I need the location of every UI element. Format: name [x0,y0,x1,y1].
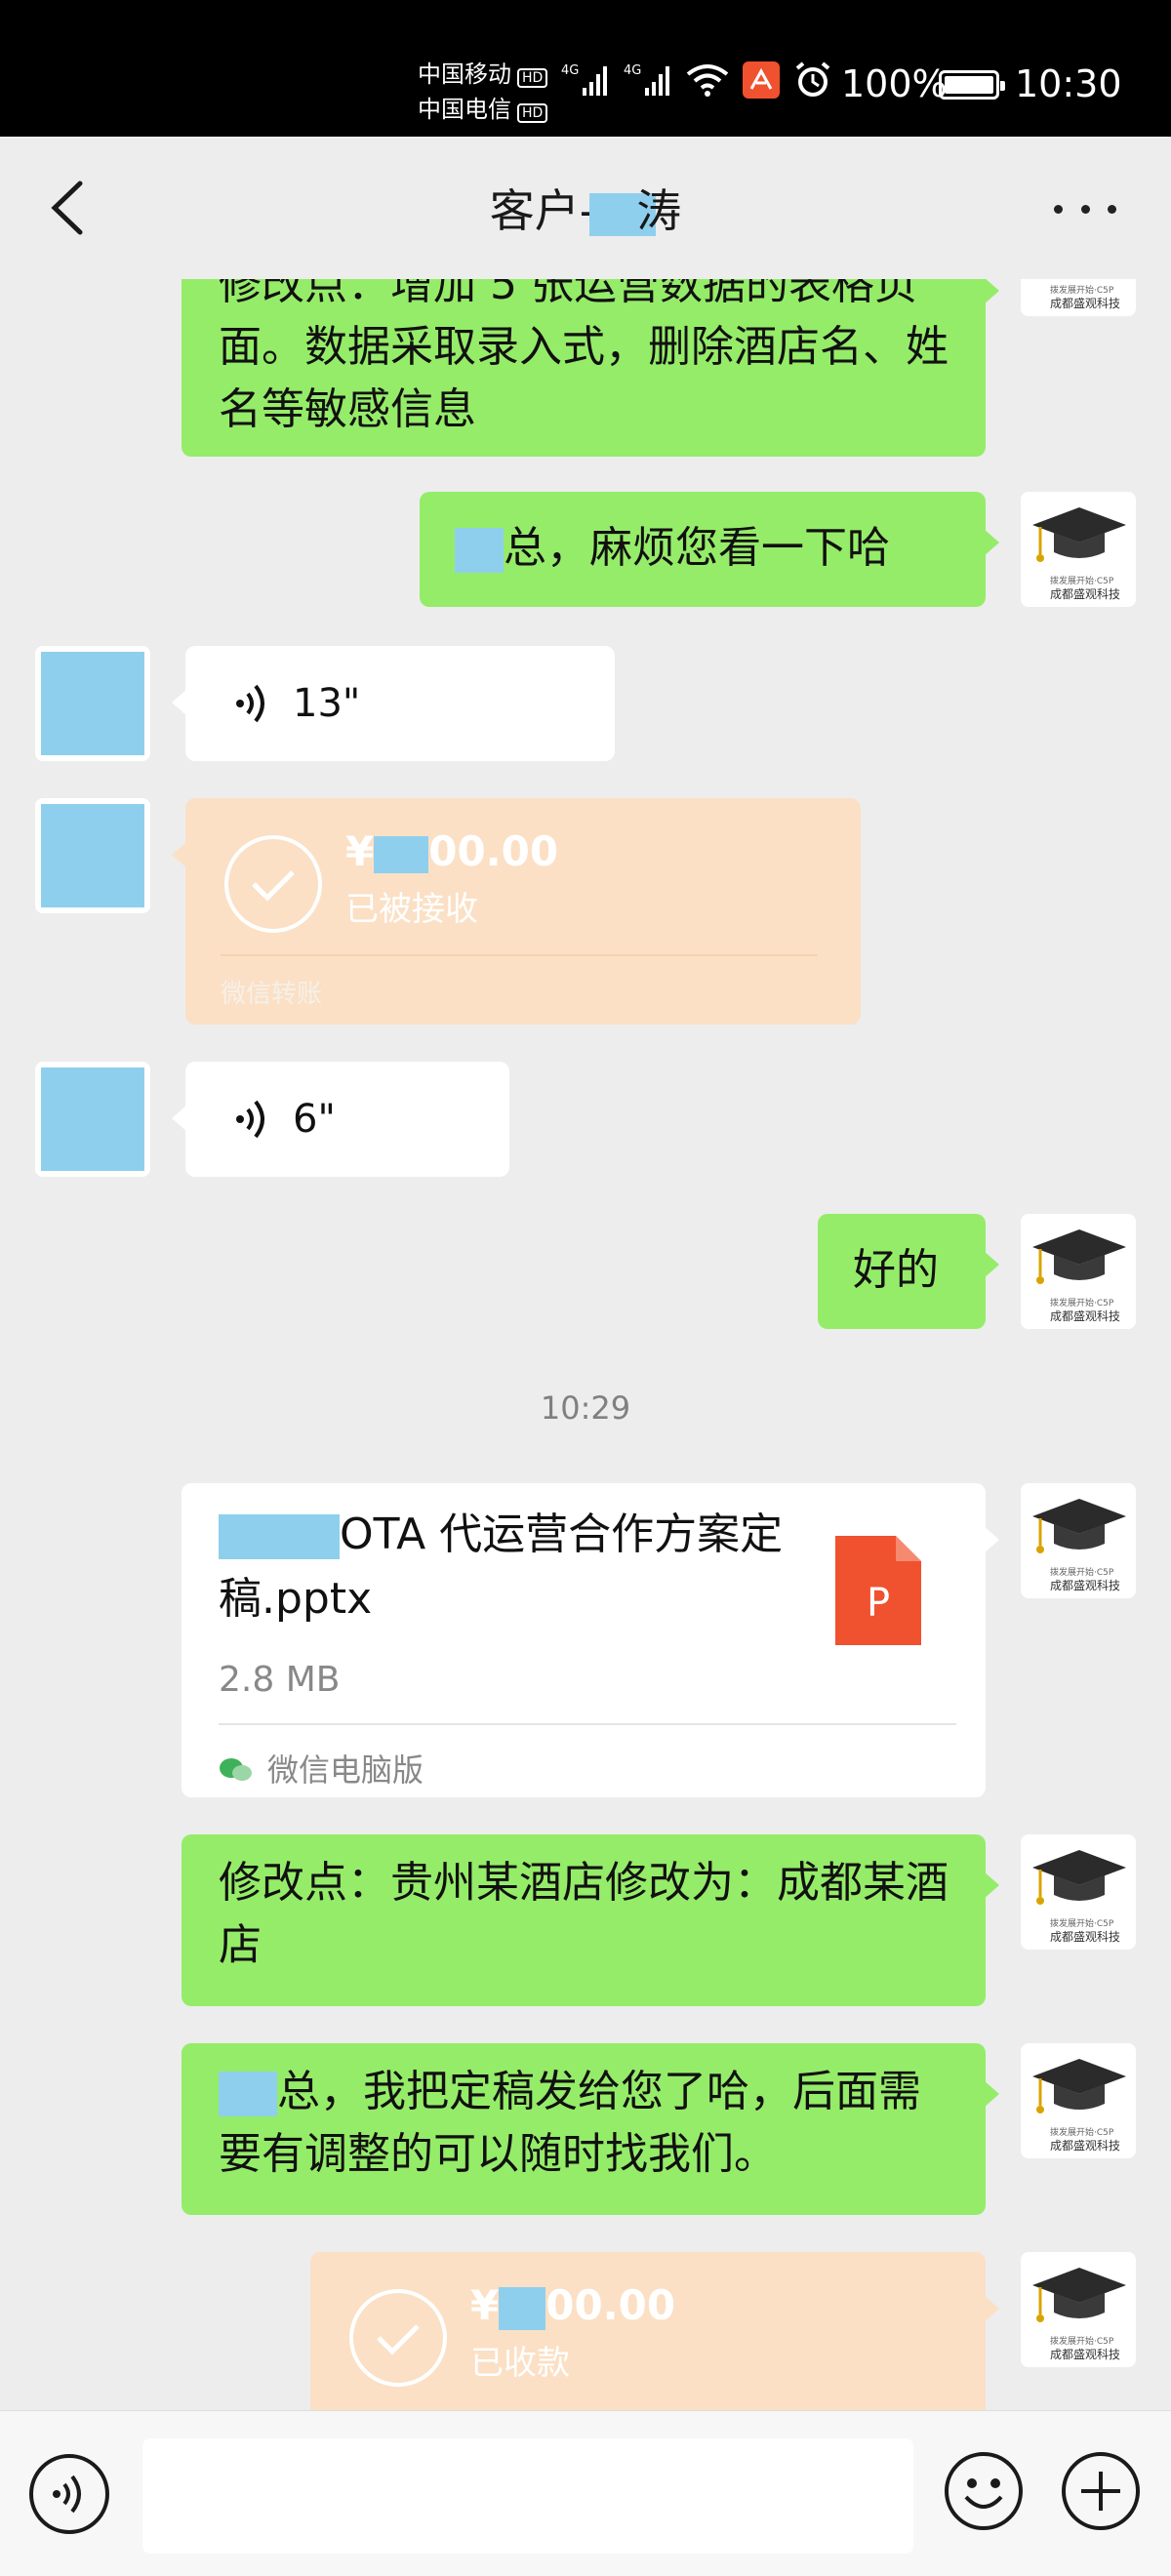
ppt-file-icon: P [835,1536,921,1645]
voice-wave-icon [236,1100,264,1139]
message-list[interactable]: 修改点：增加 5 张运营数据的表格页面。数据采取录入式，删除酒店名、姓名等敏感信… [0,279,1171,2410]
chat-header: 客户- 涛 [0,137,1171,279]
avatar-self[interactable]: 拨发展开始·C5P 成都盛观科技 [1021,2252,1136,2367]
graduation-cap-icon [1032,2268,1126,2322]
avatar-self[interactable]: 拨发展开始·C5P 成都盛观科技 [1021,1483,1136,1598]
graduation-cap-icon [1032,2059,1126,2113]
svg-text:P: P [867,1581,890,1626]
message-bubble-sent[interactable]: 总，我把定稿发给您了哈，后面需要有调整的可以随时找我们。 [182,2043,999,2215]
check-circle-icon [349,2289,447,2387]
status-icons: 4G 4G [561,60,832,100]
graduation-cap-icon [1030,279,1128,281]
transfer-amount: ¥00.00 [345,827,559,875]
battery-icon [939,70,1005,100]
file-message[interactable]: OTA 代运营合作方案定稿.pptx 2.8 MB P 微信电脑版 [182,1483,999,1797]
carrier-1: 中国移动 HD [418,55,548,89]
signal-icon: 4G [561,63,607,96]
check-circle-icon [224,835,322,933]
avatar-self[interactable]: 拨发展开始·C5P 成都盛观科技 [1021,1834,1136,1950]
graduation-cap-icon [1032,1229,1126,1284]
signal-icon-2: 4G [624,63,669,96]
transfer-source: 微信转账 [221,980,323,1009]
message-input[interactable] [142,2438,913,2554]
wifi-icon [686,64,729,97]
voice-message[interactable]: 6" [172,1062,509,1177]
alarm-icon [795,61,830,97]
graduation-cap-icon [1032,1499,1126,1553]
file-name: OTA 代运营合作方案定稿.pptx [219,1509,784,1624]
graduation-cap-icon [1032,507,1126,562]
svg-text:4G: 4G [561,63,579,78]
message-bubble-sent[interactable]: 总，麻烦您看一下哈 [420,492,999,607]
avatar-self[interactable]: 拨发展开始·C5P 成都盛观科技 [1021,279,1136,316]
voice-wave-icon [236,684,264,723]
message-bubble-sent[interactable]: 修改点：贵州某酒店修改为：成都某酒店 [182,1834,999,2006]
chat-title: 客户- 涛 [489,184,682,237]
avatar-contact[interactable] [35,1062,150,1177]
file-size: 2.8 MB [219,1660,341,1700]
voice-message[interactable]: 13" [172,646,615,761]
svg-text:4G: 4G [624,63,641,78]
message-bubble-sent[interactable]: 修改点：增加 5 张运营数据的表格页面。数据采取录入式，删除酒店名、姓名等敏感信… [182,279,999,457]
file-source: 微信电脑版 [219,1739,424,1801]
transfer-card[interactable]: ¥00.00 已收款 [310,2252,999,2410]
graduation-cap-icon [1032,1850,1126,1905]
transfer-card[interactable]: ¥00.00 已被接收 微信转账 [172,798,861,1025]
voice-icon [53,2475,81,2514]
status-bar: 中国移动 HD 中国电信 HD 4G 4G 100% 10:30 [0,0,1171,137]
input-bar [0,2410,1171,2576]
avatar-self[interactable]: 拨发展开始·C5P 成都盛观科技 [1021,1214,1136,1329]
transfer-status: 已被接收 [345,890,478,929]
carrier-2: 中国电信 HD [418,90,548,124]
message-bubble-sent[interactable]: 好的 [818,1214,999,1329]
avatar-self[interactable]: 拨发展开始·C5P 成都盛观科技 [1021,2043,1136,2158]
status-time: 10:30 [1015,62,1122,105]
wechat-icon [220,1758,252,1781]
transfer-status: 已收款 [470,2344,570,2383]
battery-percent: 100% [841,62,948,105]
avatar-contact[interactable] [35,798,150,913]
transfer-amount: ¥00.00 [470,2281,676,2330]
avatar-contact[interactable] [35,646,150,761]
voice-input-button[interactable] [29,2454,109,2534]
timestamp: 10:29 [540,1389,631,1427]
emoji-icon[interactable] [943,2450,1025,2532]
plus-icon[interactable] [1060,2450,1142,2532]
more-options-icon[interactable] [1054,189,1116,228]
avatar-self[interactable]: 拨发展开始·C5P 成都盛观科技 [1021,492,1136,607]
app-notification-icon [743,61,780,99]
